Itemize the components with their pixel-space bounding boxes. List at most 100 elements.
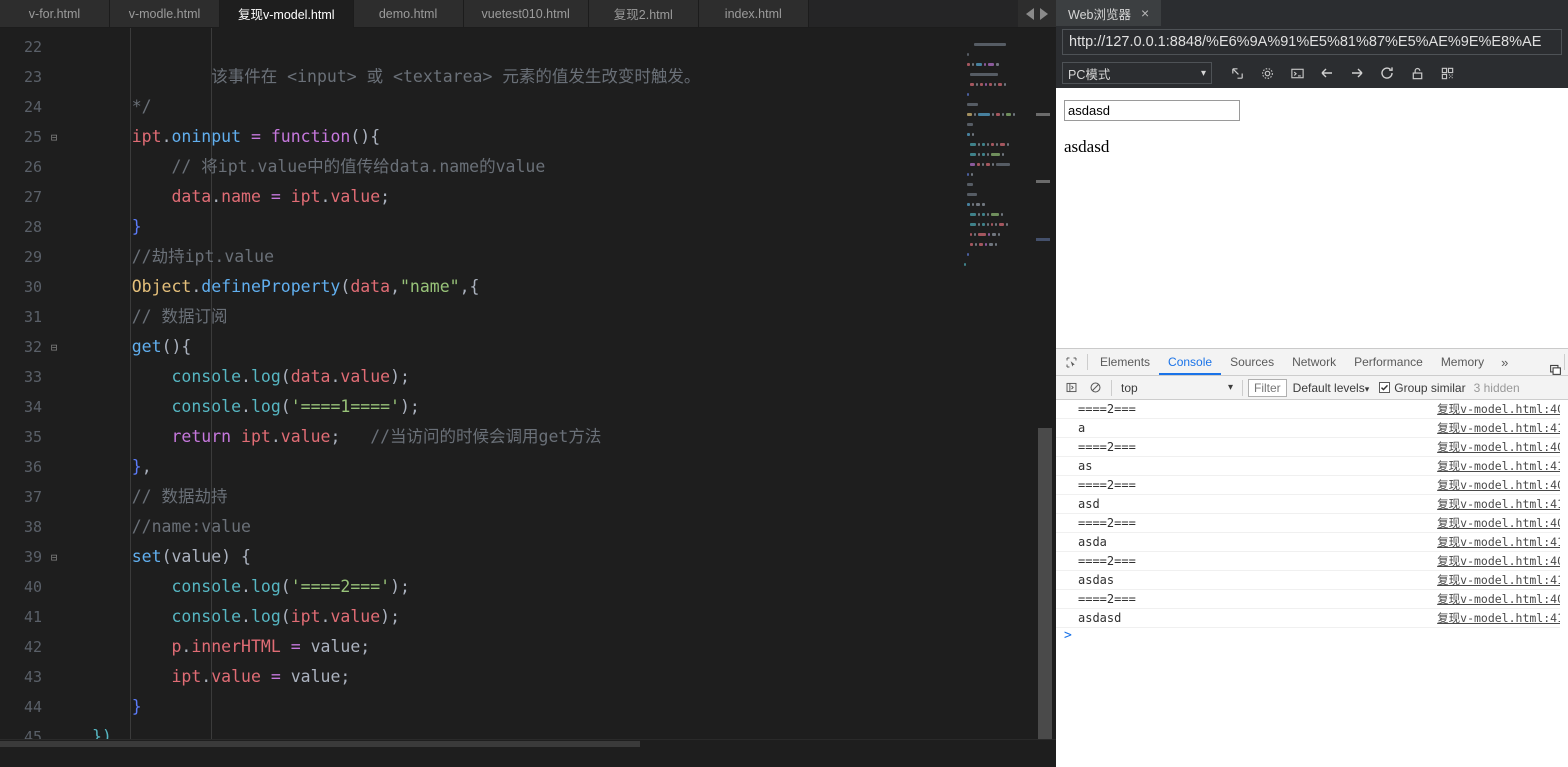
execution-context-select[interactable]: top ▾ (1117, 381, 1237, 395)
console-log-source-link[interactable]: 复现v-model.html:40 (1437, 553, 1564, 569)
code-line[interactable]: console.log('====1===='); (78, 392, 1056, 422)
group-similar-toggle[interactable]: Group similar (1375, 381, 1469, 395)
terminal-icon[interactable] (1282, 61, 1312, 85)
console-log-row[interactable]: ====2=== 复现v-model.html:40 (1056, 400, 1568, 419)
tab-scroll-left-icon[interactable] (1026, 7, 1034, 20)
console-log-row[interactable]: ====2=== 复现v-model.html:40 (1056, 438, 1568, 457)
editor-horizontal-scroll-area[interactable] (0, 739, 1056, 767)
devtools-tab-elements[interactable]: Elements (1091, 349, 1159, 375)
code-line[interactable]: console.log(ipt.value); (78, 602, 1056, 632)
code-line[interactable]: }, (78, 452, 1056, 482)
code-line[interactable]: ipt.oninput = function(){ (78, 122, 1056, 152)
browser-tab[interactable]: Web浏览器 × (1056, 0, 1162, 26)
tab-scroll-right-icon[interactable] (1040, 7, 1048, 20)
device-mode-select[interactable]: PC模式 ▾ (1062, 62, 1212, 84)
devtools-tab-network[interactable]: Network (1283, 349, 1345, 375)
devtools-tab-sources[interactable]: Sources (1221, 349, 1283, 375)
clear-console-icon[interactable] (1084, 378, 1106, 398)
code-line[interactable]: Object.defineProperty(data,"name",{ (78, 272, 1056, 302)
console-sidebar-icon[interactable] (1060, 378, 1082, 398)
fold-toggle-icon[interactable]: ⊟ (44, 132, 64, 143)
editor-scroll-thumb[interactable] (1038, 428, 1052, 758)
console-log-source-link[interactable]: 复现v-model.html:41 (1437, 420, 1564, 436)
devtools-tab-console[interactable]: Console (1159, 349, 1221, 375)
editor-tab-2[interactable]: 复现v-model.html (220, 0, 354, 28)
console-log-source-link[interactable]: 复现v-model.html:40 (1437, 515, 1564, 531)
unlock-icon[interactable] (1402, 61, 1432, 85)
console-log-source-link[interactable]: 复现v-model.html:41 (1437, 534, 1564, 550)
dock-position-icon[interactable] (1549, 363, 1562, 381)
code-line[interactable]: }) (78, 722, 1056, 739)
close-icon[interactable]: × (1141, 6, 1149, 20)
code-line[interactable]: } (78, 212, 1056, 242)
code-line[interactable]: // 数据订阅 (78, 302, 1056, 332)
console-log-row[interactable]: ====2=== 复现v-model.html:40 (1056, 514, 1568, 533)
code-line[interactable]: 该事件在 <input> 或 <textarea> 元素的值发生改变时触发。 (78, 62, 1056, 92)
console-log-source-link[interactable]: 复现v-model.html:40 (1437, 477, 1564, 493)
editor-tab-0[interactable]: v-for.html (0, 0, 110, 27)
console-log-source-link[interactable]: 复现v-model.html:40 (1437, 439, 1564, 455)
editor-tab-5[interactable]: 复现2.html (588, 0, 699, 27)
minimap[interactable] (962, 28, 1034, 767)
editor-hscroll-thumb[interactable] (0, 741, 640, 747)
code-line[interactable]: // 将ipt.value中的值传给data.name的value (78, 152, 1056, 182)
forward-arrow-icon[interactable] (1342, 61, 1372, 85)
editor-tab-1[interactable]: v-modle.html (110, 0, 220, 27)
console-log-row[interactable]: ====2=== 复现v-model.html:40 (1056, 552, 1568, 571)
console-log-row[interactable]: asdas 复现v-model.html:41 (1056, 571, 1568, 590)
code-line[interactable]: p.innerHTML = value; (78, 632, 1056, 662)
code-line[interactable]: ipt.value = value; (78, 662, 1056, 692)
console-log-source-link[interactable]: 复现v-model.html:41 (1437, 496, 1564, 512)
editor-tab-6[interactable]: index.html (698, 0, 809, 27)
code-line[interactable]: } (78, 692, 1056, 722)
gear-icon[interactable] (1252, 61, 1282, 85)
code-line[interactable]: console.log(data.value); (78, 362, 1056, 392)
code-line[interactable]: get(){ (78, 332, 1056, 362)
editor-tab-3[interactable]: demo.html (353, 0, 464, 27)
code-line[interactable]: */ (78, 92, 1056, 122)
fold-toggle-icon[interactable]: ⊟ (44, 342, 64, 353)
back-arrow-icon[interactable] (1312, 61, 1342, 85)
console-log-row[interactable]: a 复现v-model.html:41 (1056, 419, 1568, 438)
more-tabs-icon[interactable]: » (1493, 355, 1516, 370)
console-vertical-scrollbar[interactable] (1560, 400, 1568, 767)
console-log-row[interactable]: ====2=== 复现v-model.html:40 (1056, 590, 1568, 609)
code-editor-panel: v-for.html v-modle.html 复现v-model.html demo… (0, 0, 1056, 767)
console-log-list[interactable]: ====2=== 复现v-model.html:40 a 复现v-model.html… (1056, 400, 1568, 767)
inspect-element-icon[interactable] (1058, 356, 1084, 369)
console-log-source-link[interactable]: 复现v-model.html:41 (1437, 458, 1564, 474)
checkbox-checked-icon[interactable] (1379, 382, 1391, 393)
editor-tab-4[interactable]: vuetest010.html (463, 0, 589, 27)
console-log-row[interactable]: asd 复现v-model.html:41 (1056, 495, 1568, 514)
code-line[interactable]: data.name = ipt.value; (78, 182, 1056, 212)
devtools-tab-performance[interactable]: Performance (1345, 349, 1432, 375)
page-text-input[interactable] (1064, 100, 1240, 121)
console-log-row[interactable]: asda 复现v-model.html:41 (1056, 533, 1568, 552)
code-line[interactable]: //劫持ipt.value (78, 242, 1056, 272)
console-prompt[interactable]: > (1056, 628, 1568, 648)
code-line[interactable]: // 数据劫持 (78, 482, 1056, 512)
open-external-icon[interactable] (1222, 61, 1252, 85)
code-area[interactable]: 22 23 24 25 ⊟ 26 27 28 29 30 31 32 ⊟ 33 34 35 36 37 38 39 ⊟ 4… (0, 28, 1056, 739)
console-log-row[interactable]: ====2=== 复现v-model.html:40 (1056, 476, 1568, 495)
code-line[interactable]: return ipt.value; //当访问的时候会调用get方法 (78, 422, 1056, 452)
code-line[interactable]: console.log('====2==='); (78, 572, 1056, 602)
console-filter-input[interactable]: Filter (1248, 378, 1287, 397)
editor-vertical-scrollbar[interactable] (1034, 28, 1056, 767)
console-log-row[interactable]: as 复现v-model.html:41 (1056, 457, 1568, 476)
log-levels-select[interactable]: Default levels▾ (1289, 381, 1374, 395)
code-line[interactable] (78, 32, 1056, 62)
console-log-source-link[interactable]: 复现v-model.html:41 (1437, 572, 1564, 588)
console-log-row[interactable]: asdasd 复现v-model.html:41 (1056, 609, 1568, 628)
code-line[interactable]: //name:value (78, 512, 1056, 542)
fold-toggle-icon[interactable]: ⊟ (44, 552, 64, 563)
console-log-source-link[interactable]: 复现v-model.html:40 (1437, 401, 1564, 417)
code-content[interactable]: 该事件在 <input> 或 <textarea> 元素的值发生改变时触发。 *… (78, 28, 1056, 739)
reload-icon[interactable] (1372, 61, 1402, 85)
console-log-source-link[interactable]: 复现v-model.html:41 (1437, 610, 1564, 626)
qr-code-icon[interactable] (1432, 61, 1462, 85)
console-log-source-link[interactable]: 复现v-model.html:40 (1437, 591, 1564, 607)
url-input[interactable]: http://127.0.0.1:8848/%E6%9A%91%E5%81%87… (1062, 29, 1562, 55)
code-line[interactable]: set(value) { (78, 542, 1056, 572)
devtools-tab-memory[interactable]: Memory (1432, 349, 1493, 375)
